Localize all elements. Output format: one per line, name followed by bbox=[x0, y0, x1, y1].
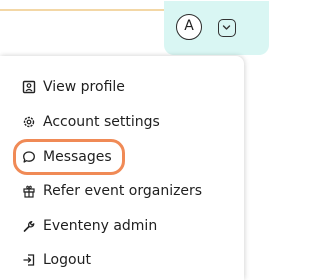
menu-item-view-profile[interactable]: View profile bbox=[22, 76, 125, 98]
gear-icon bbox=[23, 116, 35, 128]
menu-item-refer-event-organizers[interactable]: Refer event organizers bbox=[22, 180, 202, 202]
menu-item-label: Account settings bbox=[43, 114, 160, 130]
avatar[interactable]: A bbox=[176, 14, 202, 40]
wrench-icon bbox=[23, 221, 35, 232]
menu-item-logout[interactable]: Logout bbox=[22, 249, 91, 271]
speech-bubble-icon bbox=[23, 151, 35, 163]
menu-item-label: Messages bbox=[43, 149, 112, 165]
chevron-down-icon bbox=[222, 25, 231, 30]
menu-item-messages[interactable]: Messages bbox=[22, 146, 112, 168]
page: A View profile Account settings Messages… bbox=[0, 0, 269, 280]
menu-item-eventeny-admin[interactable]: Eventeny admin bbox=[22, 215, 157, 237]
menu-item-label: Refer event organizers bbox=[43, 183, 203, 199]
gift-icon bbox=[23, 185, 35, 198]
menu-item-account-settings[interactable]: Account settings bbox=[22, 111, 160, 133]
menu-item-label: View profile bbox=[43, 79, 125, 95]
menu-item-label: Logout bbox=[43, 252, 91, 268]
profile-card-icon bbox=[22, 80, 36, 94]
logout-icon bbox=[23, 254, 35, 266]
menu-item-label: Eventeny admin bbox=[43, 218, 158, 234]
user-dropdown-menu: View profile Account settings Messages R… bbox=[0, 56, 244, 280]
chevron-down-button[interactable] bbox=[218, 19, 236, 37]
